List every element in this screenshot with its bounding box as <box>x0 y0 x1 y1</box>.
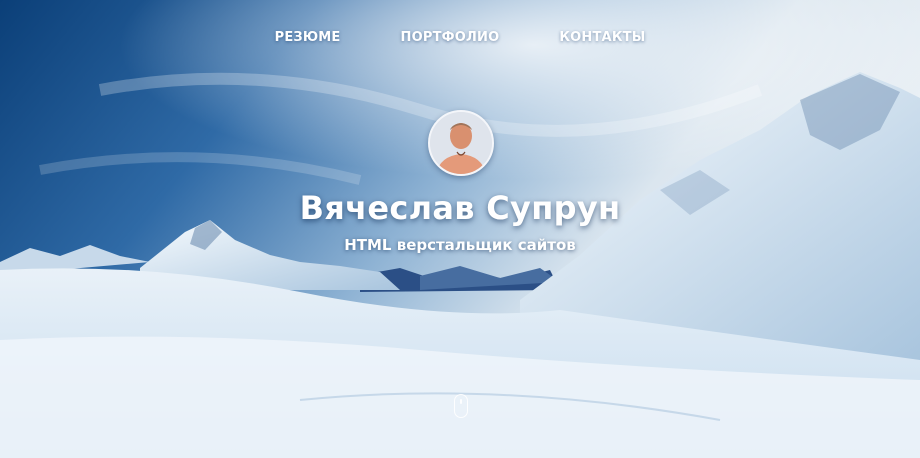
nav-link-contacts[interactable]: КОНТАКТЫ <box>559 30 645 45</box>
avatar-portrait <box>430 112 492 174</box>
hero-section: РЕЗЮМЕ ПОРТФОЛИО КОНТАКТЫ Вячеслав Супру… <box>0 0 920 458</box>
main-nav: РЕЗЮМЕ ПОРТФОЛИО КОНТАКТЫ <box>0 30 920 45</box>
nav-link-portfolio[interactable]: ПОРТФОЛИО <box>401 30 500 45</box>
profile-name: Вячеслав Супрун <box>299 189 621 227</box>
mountain-background <box>0 0 920 458</box>
mouse-wheel <box>460 399 462 404</box>
mouse-scroll-icon[interactable] <box>454 394 468 418</box>
nav-link-resume[interactable]: РЕЗЮМЕ <box>275 30 341 45</box>
profile-role: HTML верстальщик сайтов <box>344 236 576 254</box>
avatar <box>428 110 494 176</box>
